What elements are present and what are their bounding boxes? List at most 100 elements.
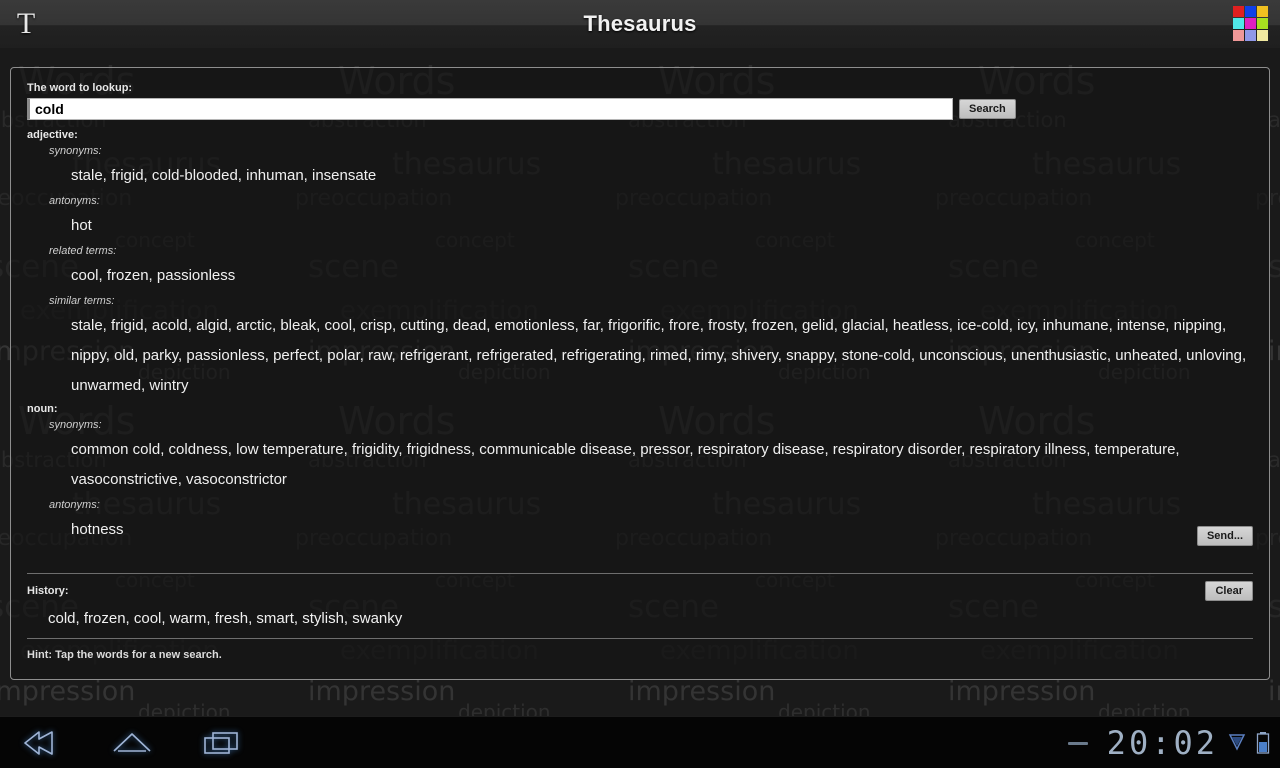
word-link[interactable]: unheated, — [1115, 347, 1186, 364]
word-link[interactable]: vasoconstrictive, — [71, 471, 186, 488]
word-list[interactable]: common cold, coldness, low temperature, … — [71, 435, 1251, 495]
history-divider-top — [27, 573, 1253, 574]
word-link[interactable]: unconscious, — [919, 347, 1011, 364]
back-button[interactable] — [18, 724, 66, 762]
word-link[interactable]: pressor, — [640, 441, 698, 458]
word-link[interactable]: raw, — [368, 347, 400, 364]
word-list[interactable]: stale, frigid, cold-blooded, inhuman, in… — [71, 161, 1251, 191]
word-link[interactable]: polar, — [327, 347, 368, 364]
word-list[interactable]: hotness — [71, 515, 1251, 545]
word-link[interactable]: refrigerated, — [477, 347, 562, 364]
color-swatch-5[interactable] — [1257, 18, 1268, 29]
word-link[interactable]: unwarmed, — [71, 377, 149, 394]
word-link[interactable]: icy, — [1017, 317, 1043, 334]
word-link[interactable]: frozen, — [107, 267, 157, 284]
word-link[interactable]: snappy, — [786, 347, 842, 364]
word-link[interactable]: wintry — [149, 377, 188, 394]
word-link[interactable]: stone-cold, — [842, 347, 920, 364]
word-link[interactable]: cool, — [71, 267, 107, 284]
word-link[interactable]: respiratory illness, — [970, 441, 1095, 458]
word-link[interactable]: far, — [583, 317, 608, 334]
send-button[interactable]: Send... — [1196, 526, 1253, 546]
word-link[interactable]: arctic, — [236, 317, 280, 334]
word-link[interactable]: old, — [114, 347, 142, 364]
word-link[interactable]: cool, — [325, 317, 361, 334]
word-link[interactable]: frigid, — [111, 167, 152, 184]
word-link[interactable]: unenthusiastic, — [1011, 347, 1115, 364]
word-link[interactable]: shivery, — [731, 347, 786, 364]
clear-history-button[interactable]: Clear — [1205, 581, 1253, 601]
color-palette-grid-icon[interactable] — [1233, 6, 1268, 41]
history-words[interactable]: cold, frozen, cool, warm, fresh, smart, … — [48, 610, 1253, 627]
word-link[interactable]: perfect, — [273, 347, 327, 364]
watermark-word: impression — [628, 676, 776, 707]
color-swatch-2[interactable] — [1257, 6, 1268, 17]
main-panel: The word to lookup: Search adjective: syn… — [10, 67, 1270, 680]
word-link[interactable]: hot — [71, 217, 92, 234]
color-swatch-1[interactable] — [1245, 6, 1256, 17]
color-swatch-8[interactable] — [1257, 30, 1268, 41]
word-link[interactable]: inhumane, — [1043, 317, 1117, 334]
word-link[interactable]: refrigerating, — [562, 347, 650, 364]
word-link[interactable]: unloving, — [1186, 347, 1246, 364]
word-link[interactable]: nippy, — [71, 347, 114, 364]
word-link[interactable]: refrigerant, — [400, 347, 477, 364]
word-link[interactable]: vasoconstrictor — [186, 471, 287, 488]
word-link[interactable]: bleak, — [280, 317, 324, 334]
word-link[interactable]: passionless, — [186, 347, 273, 364]
page-title: Thesaurus — [583, 11, 697, 36]
word-link[interactable]: stale, — [71, 167, 111, 184]
color-swatch-3[interactable] — [1233, 18, 1244, 29]
word-link[interactable]: temperature, — [1095, 441, 1180, 458]
word-link[interactable]: passionless — [157, 267, 235, 284]
word-link[interactable]: stale, — [71, 317, 111, 334]
word-link[interactable]: low temperature, — [236, 441, 352, 458]
home-button[interactable] — [108, 724, 156, 762]
word-link[interactable]: frosty, — [708, 317, 752, 334]
word-link[interactable]: crisp, — [360, 317, 400, 334]
recent-apps-button[interactable] — [198, 724, 246, 762]
relation-label: synonyms: — [49, 145, 102, 157]
word-link[interactable]: intense, — [1117, 317, 1174, 334]
word-link[interactable]: frozen, — [752, 317, 802, 334]
word-link[interactable]: rimed, — [650, 347, 696, 364]
word-link[interactable]: coldness, — [169, 441, 237, 458]
word-link[interactable]: communicable disease, — [479, 441, 640, 458]
search-input[interactable] — [27, 98, 953, 120]
word-list[interactable]: hot — [71, 211, 1251, 241]
word-link[interactable]: acold, — [152, 317, 196, 334]
word-link[interactable]: frigorific, — [608, 317, 669, 334]
word-link[interactable]: respiratory disorder, — [833, 441, 970, 458]
word-link[interactable]: rimy, — [696, 347, 732, 364]
word-link[interactable]: frigidness, — [407, 441, 480, 458]
word-link[interactable]: frore, — [669, 317, 708, 334]
word-link[interactable]: nipping, — [1174, 317, 1227, 334]
word-list[interactable]: stale, frigid, acold, algid, arctic, ble… — [71, 311, 1251, 401]
word-link[interactable]: algid, — [196, 317, 236, 334]
word-link[interactable]: frigid, — [111, 317, 152, 334]
word-link[interactable]: cold-blooded, — [152, 167, 246, 184]
color-swatch-6[interactable] — [1233, 30, 1244, 41]
watermark-word: impression — [308, 676, 456, 707]
search-button[interactable]: Search — [959, 99, 1016, 119]
word-link[interactable]: emotionless, — [495, 317, 583, 334]
word-link[interactable]: respiratory disease, — [698, 441, 833, 458]
word-link[interactable]: inhuman, — [246, 167, 312, 184]
word-link[interactable]: ice-cold, — [957, 317, 1017, 334]
color-swatch-7[interactable] — [1245, 30, 1256, 41]
color-swatch-4[interactable] — [1245, 18, 1256, 29]
status-icons: 20:02 — [1067, 717, 1270, 768]
system-clock: 20:02 — [1106, 724, 1218, 762]
color-swatch-0[interactable] — [1233, 6, 1244, 17]
word-link[interactable]: cutting, — [400, 317, 453, 334]
word-list[interactable]: cool, frozen, passionless — [71, 261, 1251, 291]
word-link[interactable]: heatless, — [893, 317, 957, 334]
word-link[interactable]: gelid, — [802, 317, 842, 334]
word-link[interactable]: glacial, — [842, 317, 893, 334]
word-link[interactable]: frigidity, — [352, 441, 407, 458]
word-link[interactable]: hotness — [71, 521, 124, 538]
word-link[interactable]: parky, — [142, 347, 186, 364]
word-link[interactable]: common cold, — [71, 441, 169, 458]
word-link[interactable]: dead, — [453, 317, 495, 334]
word-link[interactable]: insensate — [312, 167, 376, 184]
